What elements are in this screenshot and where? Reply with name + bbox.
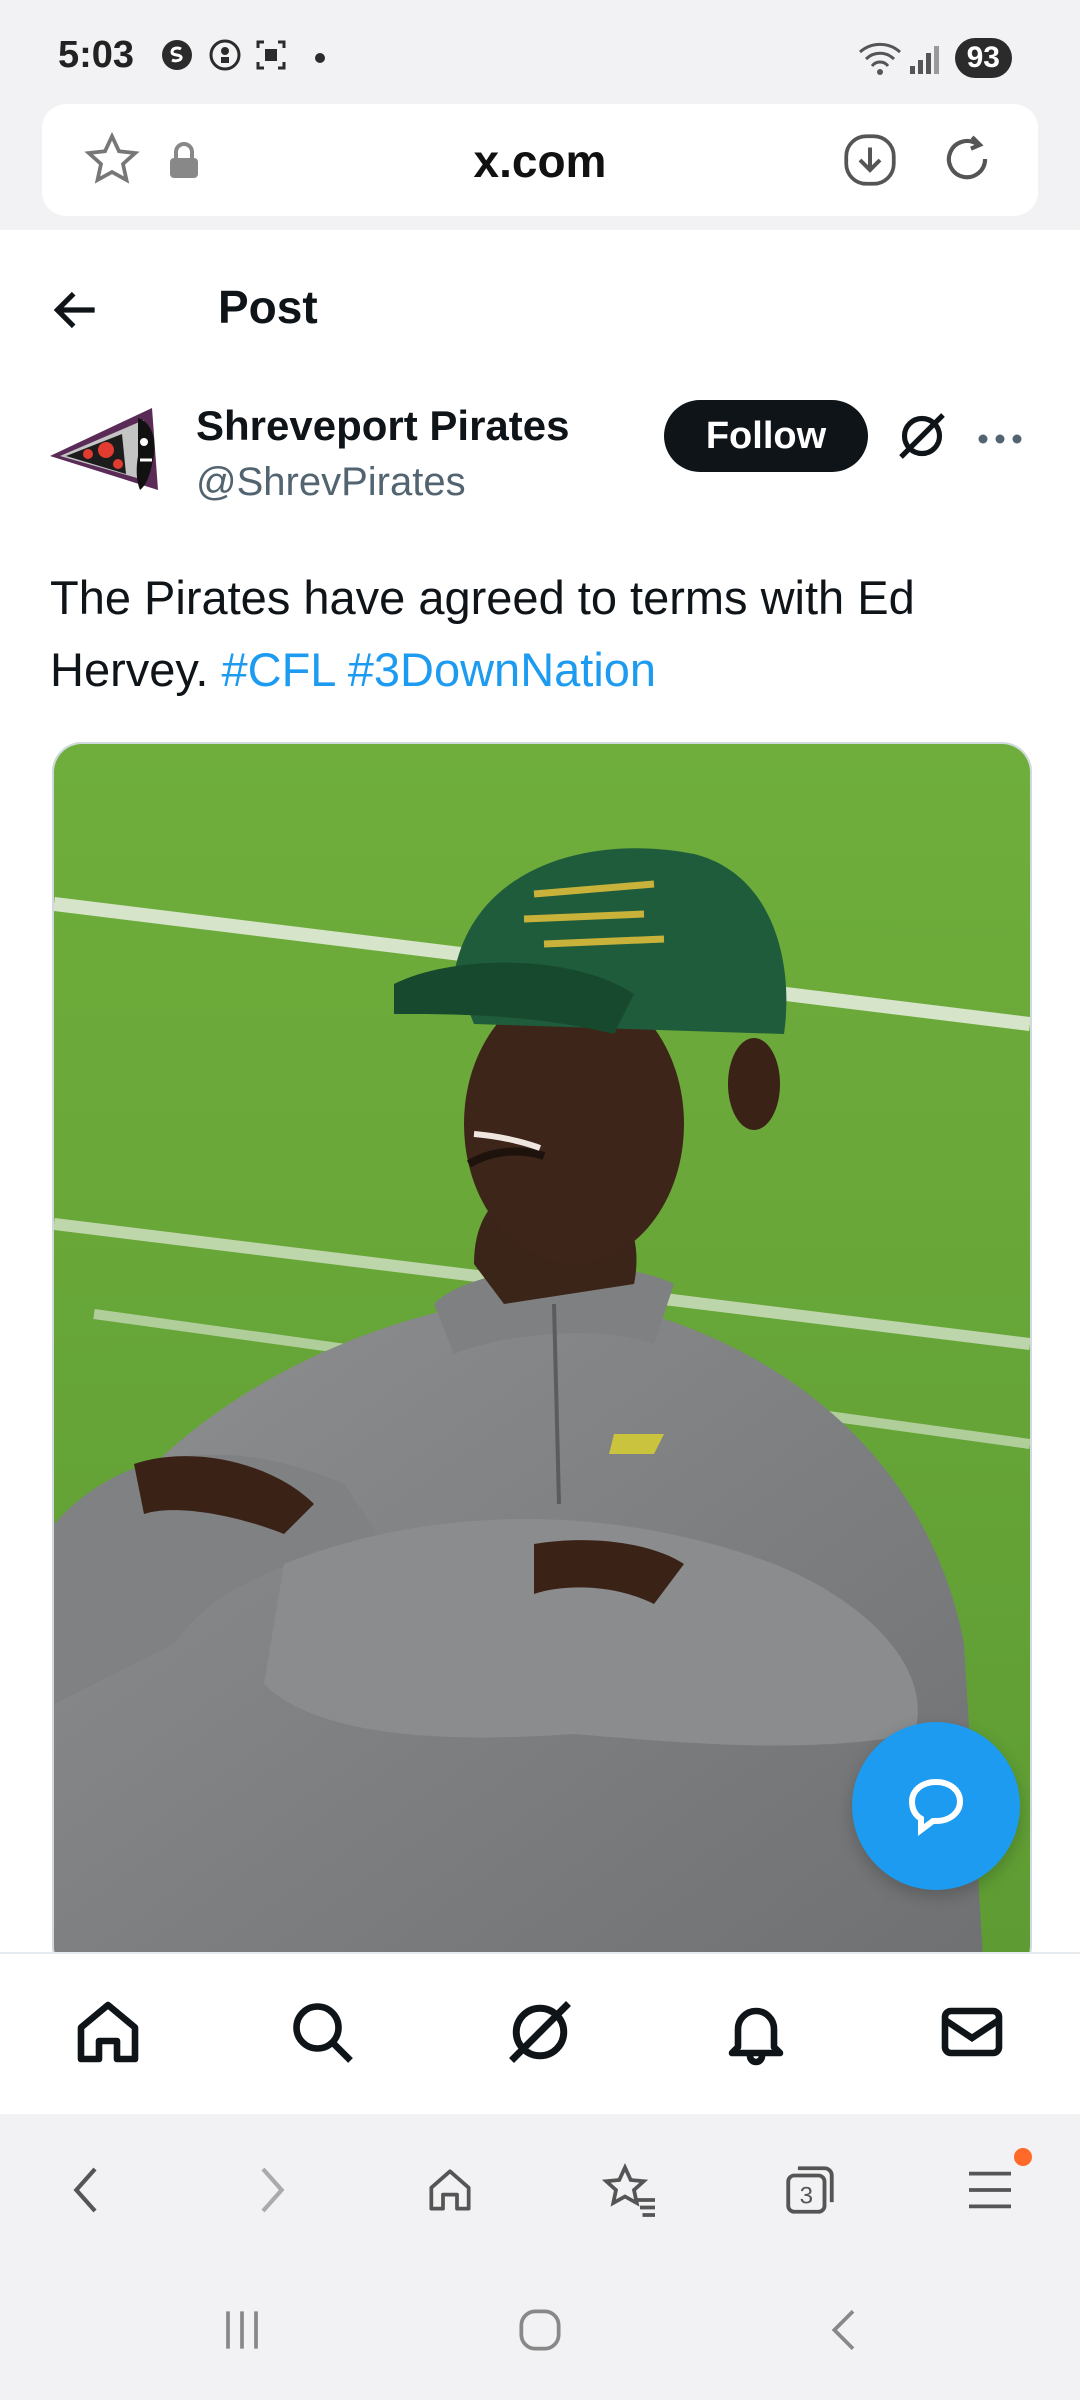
- grok-icon[interactable]: [894, 408, 950, 464]
- tab-grok[interactable]: [500, 1992, 580, 2072]
- tabs-icon: 3: [786, 2166, 834, 2214]
- hamburger-menu-icon: [969, 2171, 1011, 2209]
- status-time: 5:03: [58, 34, 135, 76]
- tab-home[interactable]: [68, 1992, 148, 2072]
- dot-icon: [315, 53, 325, 63]
- tab-search[interactable]: [282, 1992, 362, 2072]
- scan-icon: [256, 40, 286, 70]
- address-bar[interactable]: x.com: [42, 104, 1038, 216]
- more-options-icon[interactable]: [976, 432, 1024, 446]
- tweet-text: The Pirates have agreed to terms with Ed…: [50, 562, 1030, 706]
- system-navigation-bar: [0, 2262, 1080, 2400]
- bookmarks-button[interactable]: [594, 2154, 666, 2226]
- search-icon: [293, 2003, 353, 2063]
- browser-back-button[interactable]: [52, 2154, 124, 2226]
- recent-apps-icon[interactable]: [214, 2302, 270, 2358]
- tab-messages[interactable]: [932, 1992, 1012, 2072]
- bell-icon: [728, 2007, 784, 2066]
- home-icon: [429, 2169, 471, 2211]
- system-back-icon[interactable]: [818, 2302, 874, 2358]
- web-content: Post Shreveport Pirates @ShrevPirates Fo…: [0, 230, 1080, 1952]
- circle-gear-icon: [209, 39, 241, 71]
- grok-icon: [509, 2001, 571, 2063]
- wifi-icon: [859, 42, 901, 75]
- chevron-right-icon: [261, 2167, 285, 2213]
- tabs-button[interactable]: 3: [774, 2154, 846, 2226]
- tab-count: 3: [800, 2182, 813, 2209]
- download-icon[interactable]: [840, 130, 900, 190]
- compose-reply-button[interactable]: [852, 1722, 1020, 1890]
- display-name[interactable]: Shreveport Pirates: [196, 402, 570, 450]
- signal-icon: [910, 46, 939, 74]
- star-list-icon: [601, 2163, 655, 2217]
- status-bar: 5:03 93: [0, 0, 1080, 100]
- browser-home-button[interactable]: [414, 2154, 486, 2226]
- app-tab-bar: [0, 1952, 1080, 2116]
- mail-icon: [941, 2007, 1003, 2057]
- browser-menu-button[interactable]: [954, 2148, 1032, 2226]
- chat-bubble-icon: [908, 1778, 964, 1836]
- battery-indicator: 93: [954, 38, 1012, 78]
- follow-button[interactable]: Follow: [664, 400, 868, 472]
- browser-toolbar: 3: [0, 2114, 1080, 2262]
- chevron-left-icon: [73, 2167, 97, 2213]
- refresh-icon[interactable]: [936, 128, 998, 190]
- tab-notifications[interactable]: [716, 1992, 796, 2072]
- notification-badge: [1014, 2148, 1032, 2166]
- browser-forward-button[interactable]: [234, 2154, 306, 2226]
- user-handle[interactable]: @ShrevPirates: [196, 460, 466, 505]
- home-icon: [77, 2001, 139, 2063]
- back-arrow-icon[interactable]: [48, 282, 104, 338]
- page-title: Post: [218, 281, 318, 333]
- avatar[interactable]: [46, 390, 166, 510]
- hashtag-link[interactable]: #3DownNation: [348, 643, 656, 696]
- circle-s-icon: [162, 40, 192, 70]
- hashtag-link[interactable]: #CFL: [222, 643, 335, 696]
- system-home-icon[interactable]: [512, 2302, 568, 2358]
